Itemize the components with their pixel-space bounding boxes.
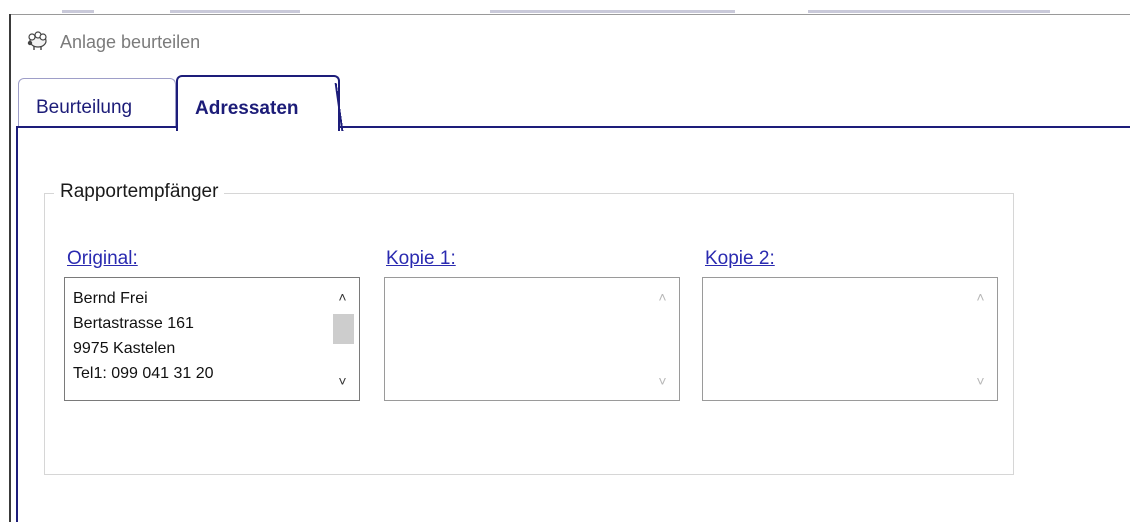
sheep-app-icon [27,31,47,50]
groupbox-title: Rapportempfänger [54,181,225,203]
tab-adressaten-label: Adressaten [195,98,299,119]
original-scrollbar[interactable]: ˄ ˅ [327,279,358,399]
tab-adressaten[interactable]: Adressaten [176,75,340,131]
original-address-field[interactable]: Bernd Frei Bertastrasse 161 9975 Kastele… [64,277,360,401]
original-link[interactable]: Original: [67,248,138,270]
scroll-up-icon: ˄ [976,289,985,305]
scroll-down-icon[interactable]: ˅ [327,369,358,393]
window-title: Anlage beurteilen [60,32,201,52]
window-border-left [9,14,11,522]
scroll-down-icon: ˅ [658,373,667,389]
address-line-phone: Tel1: 099 041 31 20 [73,365,214,382]
address-line-name: Bernd Frei [73,290,148,307]
tab-beurteilung[interactable]: Beurteilung [18,78,176,127]
scroll-up-icon[interactable]: ˄ [327,285,358,309]
strip-segment [62,10,94,13]
kopie1-scrollbar: ˄ ˅ [647,279,678,399]
kopie2-address-field[interactable]: ˄ ˅ [702,277,998,401]
kopie2-link[interactable]: Kopie 2: [705,248,775,270]
title-bar[interactable]: Anlage beurteilen [11,15,1130,71]
strip-segment [808,10,1050,13]
kopie1-link[interactable]: Kopie 1: [386,248,456,270]
address-line-street: Bertastrasse 161 [73,315,194,332]
kopie1-address-field[interactable]: ˄ ˅ [384,277,680,401]
strip-segment [490,10,735,13]
background-window-strip [0,0,1130,14]
scroll-down-icon: ˅ [976,373,985,389]
address-line-city: 9975 Kastelen [73,340,176,357]
tab-panel-border [16,126,18,522]
strip-segment [170,10,300,13]
original-address-text: Bernd Frei Bertastrasse 161 9975 Kastele… [73,286,214,386]
kopie2-scrollbar: ˄ ˅ [965,279,996,399]
tab-beurteilung-label: Beurteilung [36,97,133,118]
scroll-thumb[interactable] [333,314,354,344]
scroll-up-icon: ˄ [658,289,667,305]
